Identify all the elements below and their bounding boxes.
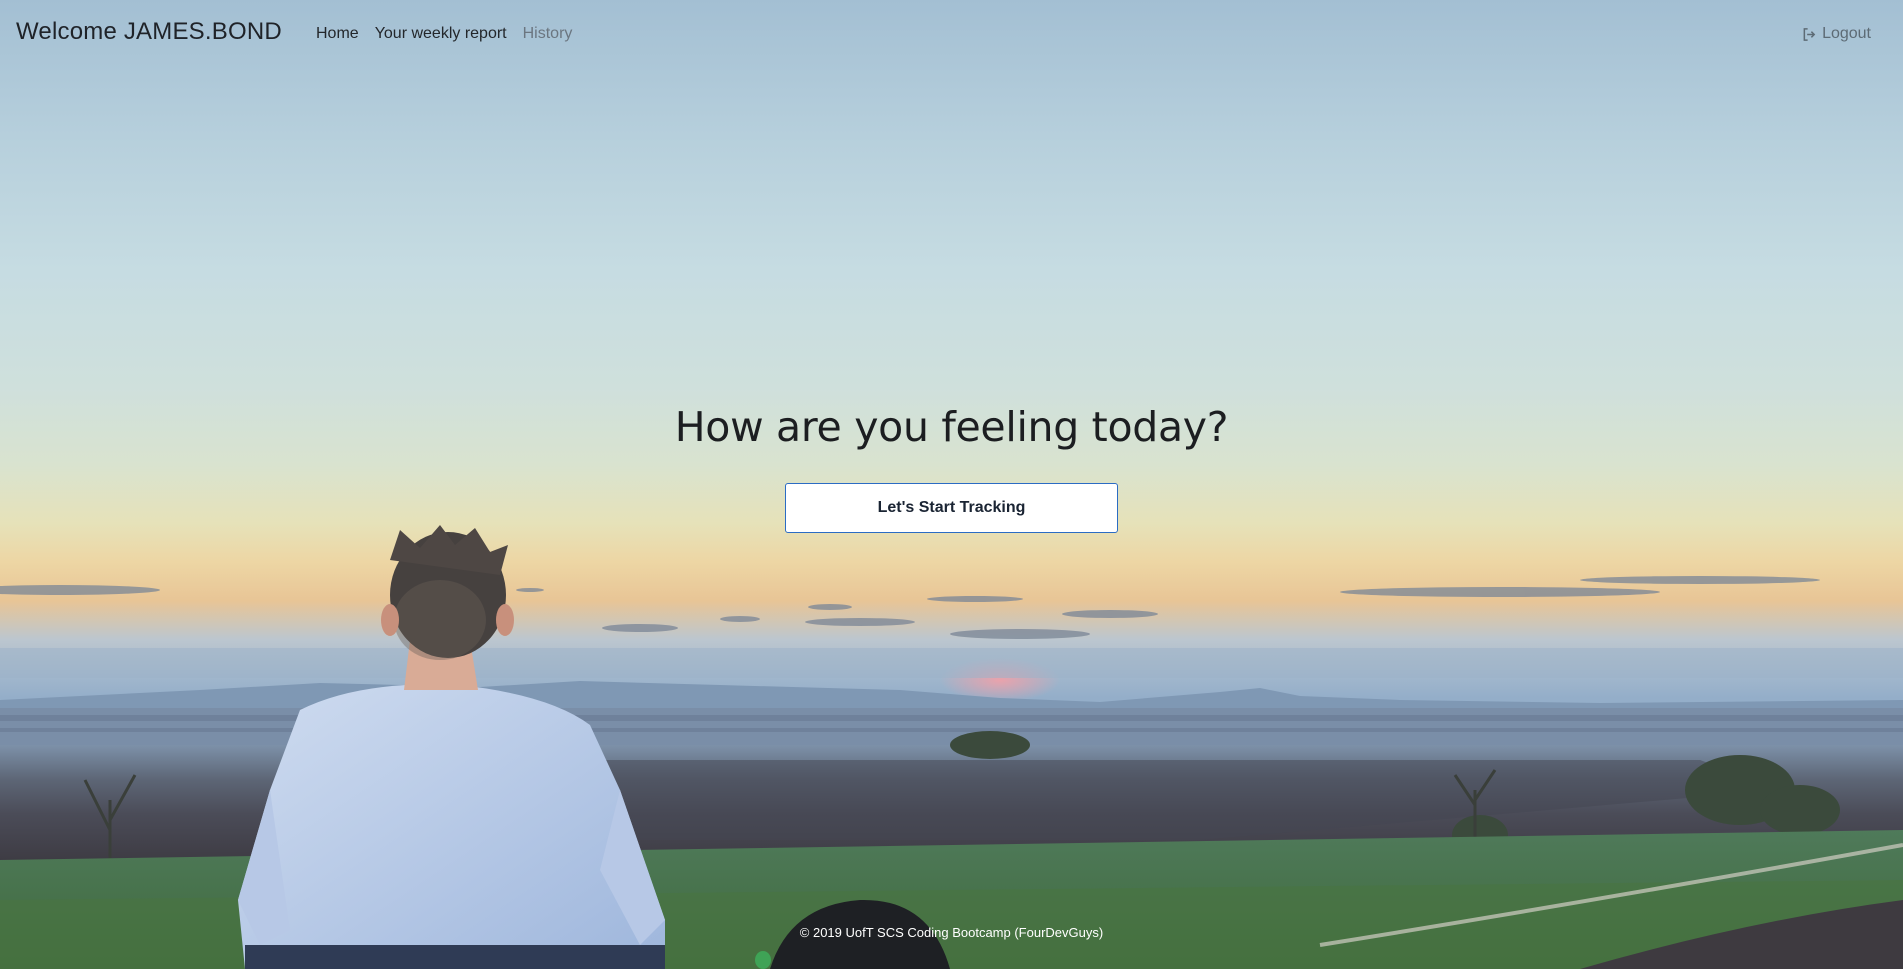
nav-home-link[interactable]: Home <box>316 25 359 43</box>
nav-history-link[interactable]: History <box>523 25 573 43</box>
footer-copyright: © 2019 UofT SCS Coding Bootcamp (FourDev… <box>799 925 1104 940</box>
nav-links: Home Your weekly report History <box>316 25 572 43</box>
nav-weekly-report-link[interactable]: Your weekly report <box>375 25 507 43</box>
logout-label: Logout <box>1822 25 1871 42</box>
page-title: How are you feeling today? <box>674 403 1229 451</box>
logout-link[interactable]: Logout <box>1802 25 1871 43</box>
top-navbar: Welcome JAMES.BOND Home Your weekly repo… <box>0 0 1903 72</box>
start-tracking-button[interactable]: Let's Start Tracking <box>785 483 1118 533</box>
brand-welcome[interactable]: Welcome JAMES.BOND <box>16 18 282 46</box>
sign-out-icon <box>1802 27 1817 42</box>
